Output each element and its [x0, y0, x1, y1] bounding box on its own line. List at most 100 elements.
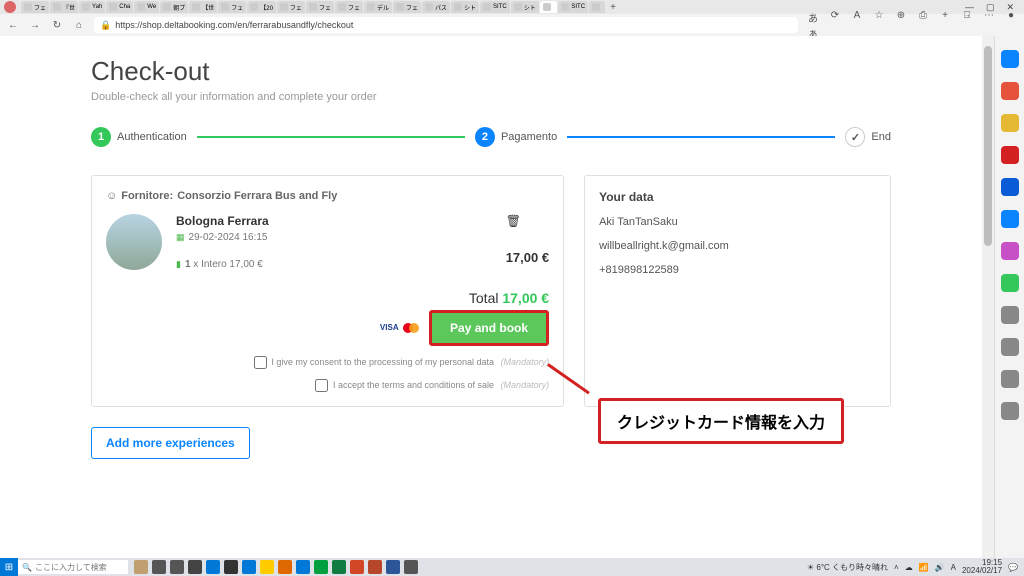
sidebar-app-icon[interactable]	[1001, 210, 1019, 228]
browser-tab[interactable]: パス	[422, 1, 450, 13]
taskbar-app-icon[interactable]	[242, 560, 256, 574]
step-end: ✓ End	[845, 127, 891, 147]
item-price: 17,00 €	[506, 250, 549, 265]
consent-personal-data-label: I give my consent to the processing of m…	[271, 357, 494, 367]
scroll-thumb[interactable]	[984, 46, 992, 246]
mastercard-icon	[403, 323, 419, 333]
taskbar-app-icon[interactable]	[260, 560, 274, 574]
sidebar-app-icon[interactable]	[1001, 402, 1019, 420]
mandatory-2: (Mandatory)	[501, 380, 550, 390]
checkout-steps: 1 Authentication 2 Pagamento ✓ End	[91, 127, 891, 147]
sidebar-app-icon[interactable]	[1001, 146, 1019, 164]
step-2-badge: 2	[475, 127, 495, 147]
forward-button[interactable]: →	[28, 20, 42, 31]
pay-and-book-button[interactable]: Pay and book	[429, 310, 549, 346]
item-thumbnail	[106, 214, 162, 270]
weather-widget[interactable]: ☀ 6°C くもり時々晴れ	[807, 562, 888, 573]
taskbar-search[interactable]: 🔍 ここに入力して検索	[18, 560, 128, 574]
sidebar-app-icon[interactable]	[1001, 82, 1019, 100]
tray-ime[interactable]: A	[951, 563, 956, 572]
item-datetime: 29-02-2024 16:15	[189, 232, 268, 243]
sidebar-app-icon[interactable]	[1001, 114, 1019, 132]
vertical-scrollbar[interactable]	[982, 36, 994, 558]
notification-button[interactable]: 💬	[1008, 563, 1018, 572]
sidebar-app-icon[interactable]	[1001, 242, 1019, 260]
consent-terms-checkbox[interactable]	[315, 379, 328, 392]
search-placeholder: ここに入力して検索	[35, 562, 107, 573]
taskbar-app-icon[interactable]	[170, 560, 184, 574]
browser-tab[interactable]: 朝ブ	[160, 1, 188, 13]
browser-tab[interactable]	[589, 1, 605, 13]
lock-icon: 🔒	[100, 20, 111, 31]
taskbar-app-icon[interactable]	[206, 560, 220, 574]
sidebar-app-icon[interactable]	[1001, 178, 1019, 196]
taskbar-app-icon[interactable]	[188, 560, 202, 574]
profile-avatar[interactable]	[4, 1, 16, 13]
user-data-heading: Your data	[599, 190, 876, 204]
taskbar-app-icon[interactable]	[134, 560, 148, 574]
browser-tab[interactable]: Yah	[79, 1, 105, 13]
user-name: Aki TanTanSaku	[599, 216, 876, 228]
taskbar-app-icon[interactable]	[404, 560, 418, 574]
browser-tab[interactable]: 【世	[189, 1, 217, 13]
browser-tab[interactable]: シト	[511, 1, 539, 13]
toolbar: ← → ↻ ⌂ 🔒 https://shop.deltabooking.com/…	[0, 14, 1024, 36]
browser-tab[interactable]: 【20	[247, 1, 276, 13]
new-tab-button[interactable]: +	[606, 2, 620, 13]
browser-tab[interactable]: フェ	[335, 1, 363, 13]
supplier-line: ☺ Fornitore: Consorzio Ferrara Bus and F…	[106, 190, 549, 202]
taskbar-app-icon[interactable]	[296, 560, 310, 574]
home-button[interactable]: ⌂	[72, 20, 86, 31]
sidebar-app-icon[interactable]	[1001, 306, 1019, 324]
address-bar[interactable]: 🔒 https://shop.deltabooking.com/en/ferra…	[94, 17, 798, 33]
windows-taskbar: ⊞ 🔍 ここに入力して検索 ☀ 6°C くもり時々晴れ ˄ ☁ 📶 🔊 A 19…	[0, 558, 1024, 576]
tray-wifi[interactable]: 📶	[919, 563, 929, 572]
taskbar-app-icon[interactable]	[368, 560, 382, 574]
browser-tab[interactable]: Cha	[106, 1, 133, 13]
add-more-experiences-button[interactable]: Add more experiences	[91, 427, 250, 459]
total-value: 17,00 €	[502, 290, 549, 306]
browser-tab[interactable]: SITC	[480, 1, 510, 13]
taskbar-app-icon[interactable]	[332, 560, 346, 574]
clock[interactable]: 19:15 2024/02/17	[962, 559, 1002, 575]
tray-onedrive[interactable]: ☁	[905, 563, 913, 572]
browser-tab[interactable]: 『世	[50, 1, 78, 13]
consent-personal-data-checkbox[interactable]	[254, 356, 267, 369]
tray-volume[interactable]: 🔊	[935, 563, 945, 572]
taskbar-app-icon[interactable]	[350, 560, 364, 574]
step-payment: 2 Pagamento	[475, 127, 557, 147]
browser-tab[interactable]: シト	[451, 1, 479, 13]
delete-item-button[interactable]: 🗑	[506, 214, 549, 228]
edge-sidebar	[994, 36, 1024, 558]
step-3-label: End	[871, 131, 891, 143]
taskbar-app-icon[interactable]	[314, 560, 328, 574]
user-data-card: Your data Aki TanTanSaku willbeallright.…	[584, 175, 891, 407]
tray-chevron[interactable]: ˄	[894, 563, 899, 572]
taskbar-app-icon[interactable]	[224, 560, 238, 574]
start-button[interactable]: ⊞	[0, 558, 18, 576]
refresh-button[interactable]: ↻	[50, 20, 64, 31]
total-label: Total	[469, 290, 499, 306]
item-title: Bologna Ferrara	[176, 214, 506, 228]
visa-icon: VISA	[380, 323, 399, 333]
step-line-1	[197, 136, 465, 138]
browser-tab[interactable]: We	[134, 1, 159, 13]
browser-tab[interactable]: フェ	[277, 1, 305, 13]
browser-tab[interactable]: フェ	[218, 1, 246, 13]
sidebar-app-icon[interactable]	[1001, 50, 1019, 68]
supplier-prefix: Fornitore:	[121, 190, 173, 202]
step-1-label: Authentication	[117, 131, 187, 143]
sidebar-app-icon[interactable]	[1001, 274, 1019, 292]
sidebar-app-icon[interactable]	[1001, 370, 1019, 388]
taskbar-app-icon[interactable]	[386, 560, 400, 574]
browser-tab[interactable]: SITC	[558, 1, 588, 13]
browser-tab[interactable]: フェ	[306, 1, 334, 13]
browser-tab[interactable]: デル	[364, 1, 392, 13]
browser-tab[interactable]: フェ	[393, 1, 421, 13]
taskbar-app-icon[interactable]	[152, 560, 166, 574]
browser-tab[interactable]: フェ	[21, 1, 49, 13]
taskbar-app-icon[interactable]	[278, 560, 292, 574]
sidebar-app-icon[interactable]	[1001, 338, 1019, 356]
browser-tab[interactable]	[540, 1, 558, 13]
back-button[interactable]: ←	[6, 20, 20, 31]
